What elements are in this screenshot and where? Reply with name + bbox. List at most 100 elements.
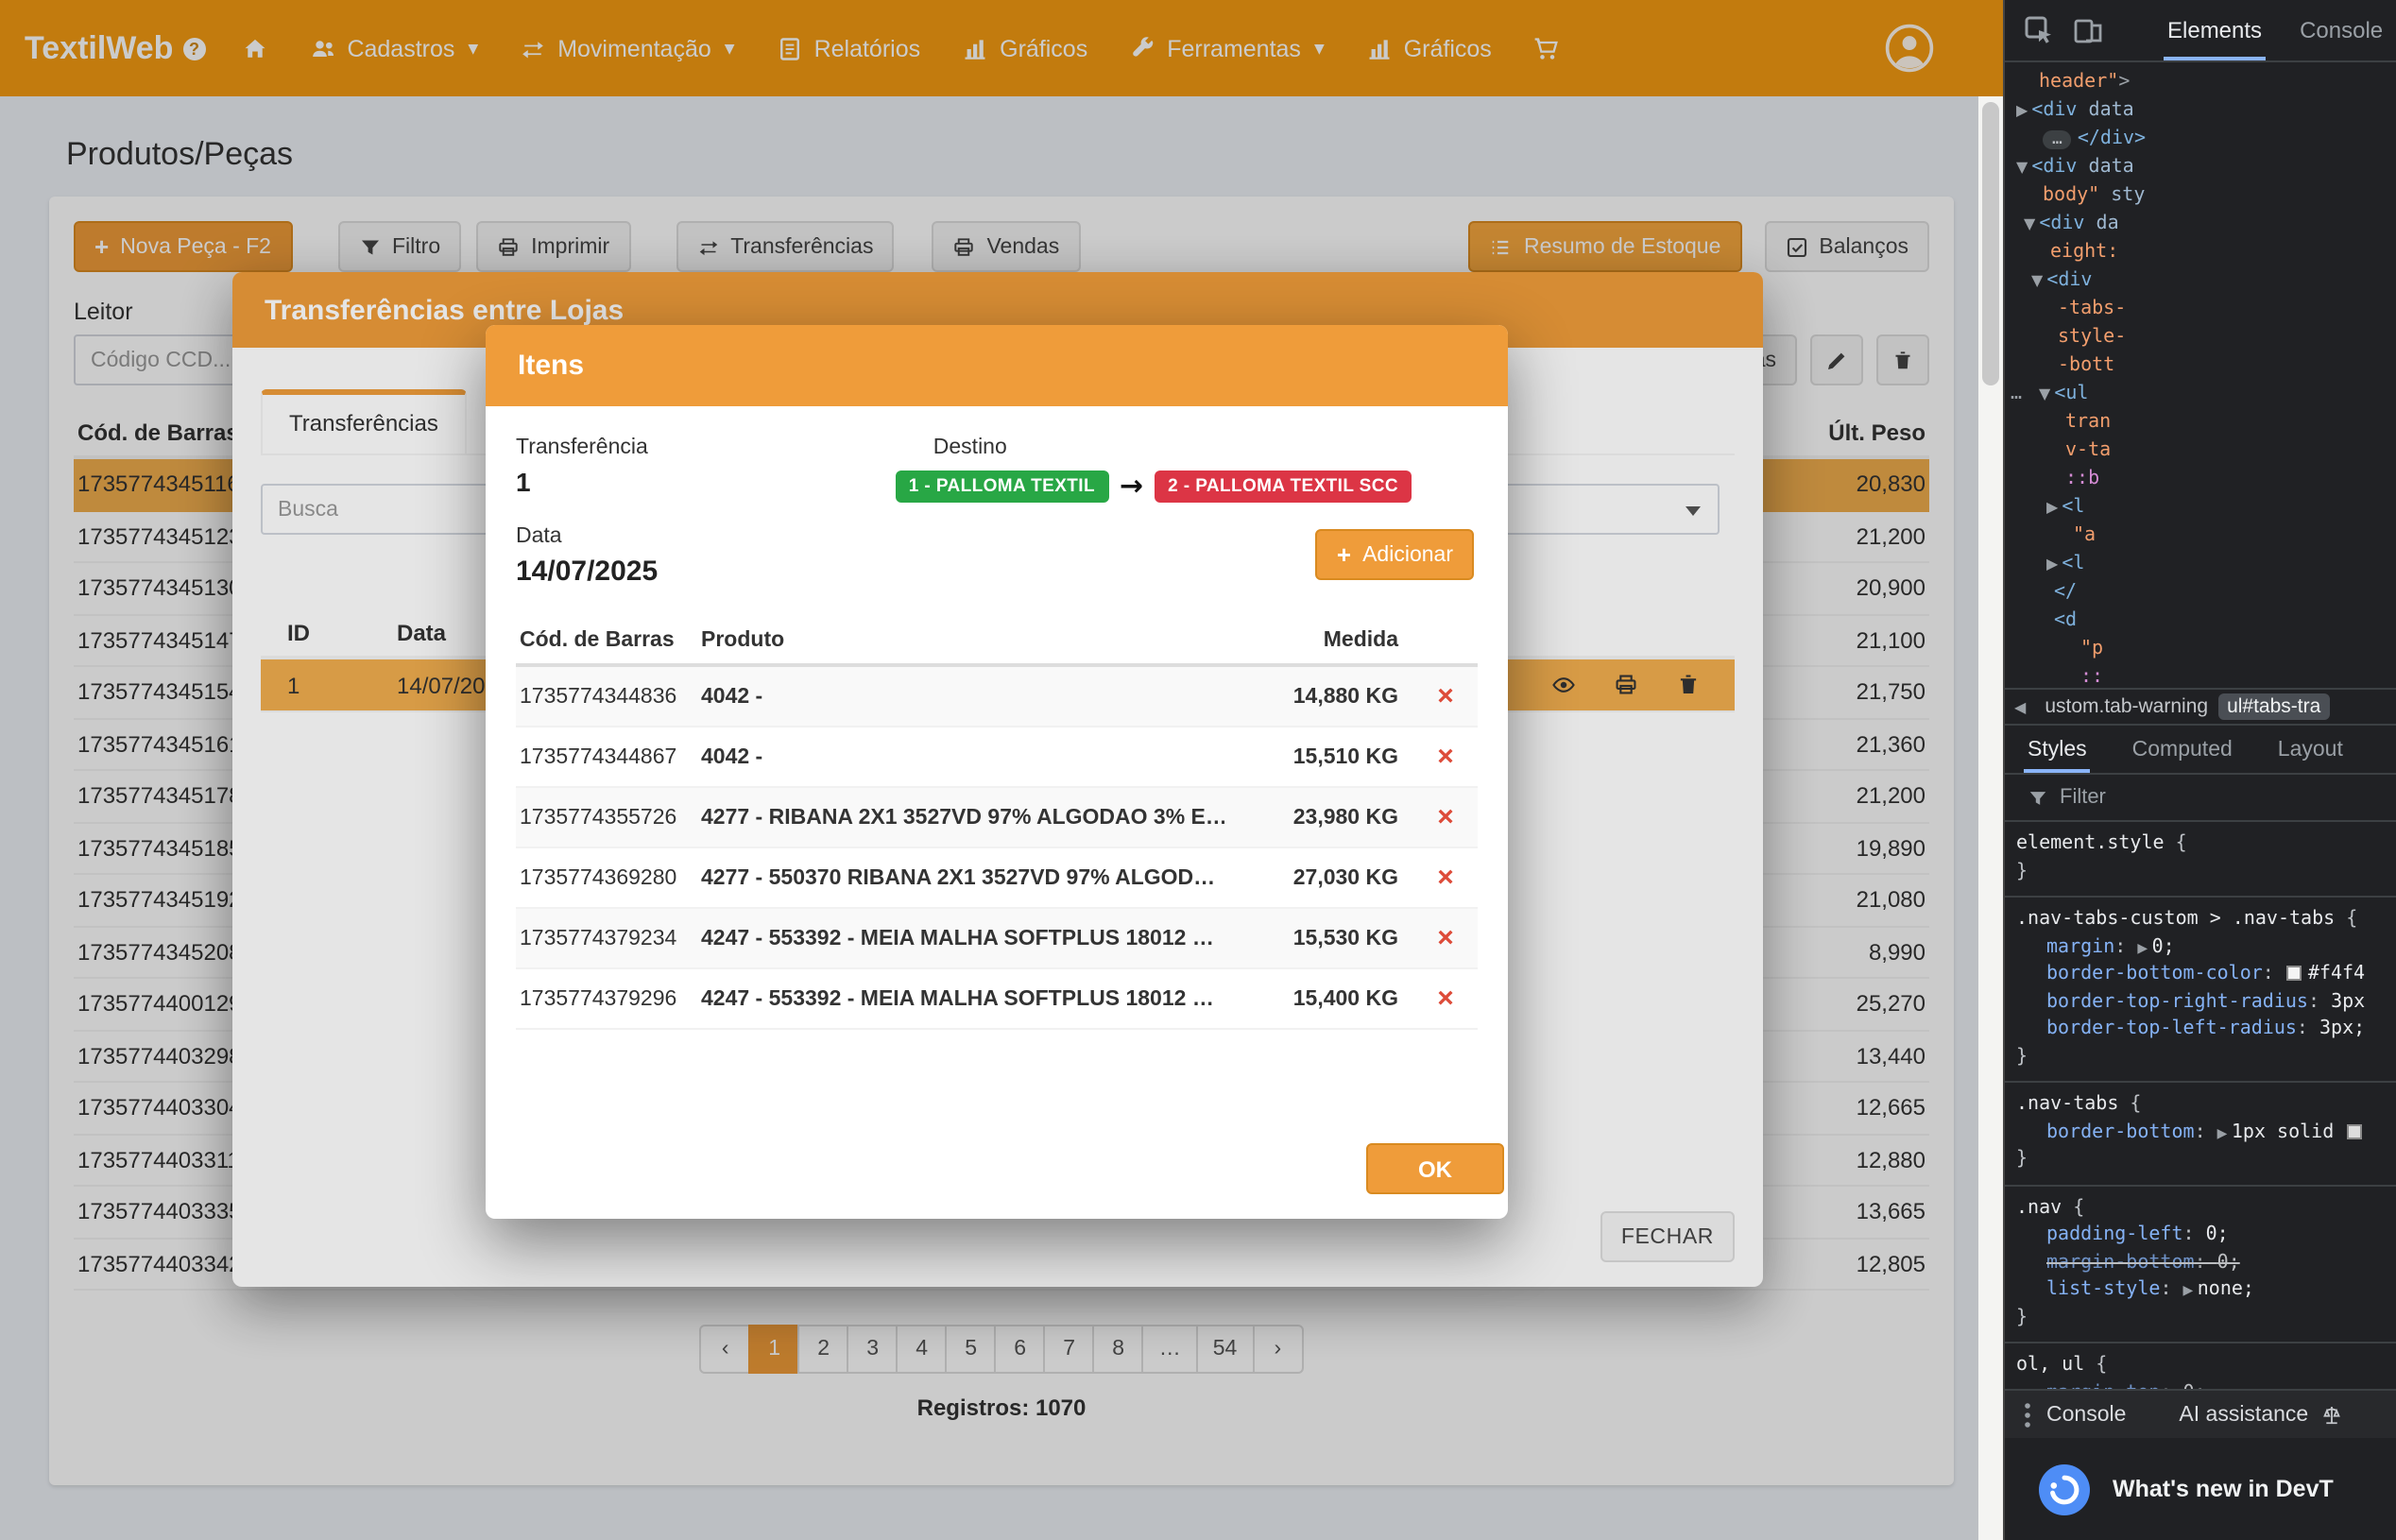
transfer-number-label: Transferência: [516, 436, 648, 459]
dom-tree-line[interactable]: ::b: [2005, 465, 2396, 493]
date-field: Data 14/07/2025 + Adicionar: [516, 525, 1478, 588]
scrollbar-thumb[interactable]: [1982, 102, 1999, 385]
css-property: list-style: [2046, 1279, 2160, 1300]
dom-tree-line[interactable]: ▶<div data: [2005, 96, 2396, 125]
item-barcode: 1735774355726: [516, 806, 697, 829]
arrow-right-icon: →: [1120, 469, 1143, 503]
dom-tree-line[interactable]: eight:: [2005, 238, 2396, 266]
css-rule[interactable]: element.style {}: [2005, 822, 2396, 898]
items-modal: Itens Transferência 1 Destino 1 - PALLOM…: [486, 325, 1508, 1219]
style-tab-layout[interactable]: Layout: [2255, 726, 2366, 773]
whats-new-bar[interactable]: What's new in DevT: [2005, 1438, 2396, 1540]
dom-tree-line[interactable]: style-: [2005, 323, 2396, 351]
dom-tree-line[interactable]: ▼<div data: [2005, 153, 2396, 181]
styles-filter-input[interactable]: [2060, 786, 2286, 809]
item-measure: 15,400 KG: [1224, 987, 1413, 1010]
items-table-body: 17357743448364042 -14,880 KG×17357743448…: [516, 667, 1478, 1030]
remove-item-icon[interactable]: ×: [1413, 862, 1478, 894]
dom-tree-line[interactable]: ▼<div: [2005, 266, 2396, 295]
item-row: 17357743692804277 - 550370 RIBANA 2X1 35…: [516, 848, 1478, 909]
breadcrumb-item[interactable]: ul#tabs-tra: [2217, 693, 2330, 720]
item-product: 4277 - RIBANA 2X1 3527VD 97% ALGODAO 3% …: [697, 806, 1224, 829]
inspect-icon[interactable]: [2024, 15, 2054, 45]
items-table: Cód. de Barras Produto Medida 1735774344…: [516, 618, 1478, 1030]
items-header-measure: Medida: [1224, 629, 1413, 652]
breadcrumb-back-icon[interactable]: ◀: [2005, 698, 2035, 715]
dom-tree-line[interactable]: ::: [2005, 663, 2396, 688]
item-measure: 15,510 KG: [1224, 745, 1413, 768]
item-product: 4277 - 550370 RIBANA 2X1 3527VD 97% ALGO…: [697, 866, 1224, 889]
item-row: 17357743448674042 -15,510 KG×: [516, 727, 1478, 788]
dom-tree-line[interactable]: -tabs-: [2005, 295, 2396, 323]
dom-tree-line[interactable]: ▶<l: [2005, 493, 2396, 522]
color-swatch[interactable]: [2287, 966, 2302, 981]
dom-tree-line[interactable]: "a: [2005, 522, 2396, 550]
device-toolbar-icon[interactable]: [2073, 15, 2103, 45]
dom-tree-line[interactable]: v-ta: [2005, 436, 2396, 465]
kebab-menu-icon[interactable]: [2024, 1401, 2031, 1428]
dom-tree-line[interactable]: …▼<ul: [2005, 380, 2396, 408]
transfer-number-value: 1: [516, 467, 648, 497]
destination-label: Destino: [896, 436, 1412, 459]
css-selector: element.style: [2016, 833, 2165, 854]
drawer-tab-ai-assistance[interactable]: AI assistance: [2179, 1403, 2342, 1426]
dom-tree-line[interactable]: <d: [2005, 607, 2396, 635]
css-rule[interactable]: .nav-tabs {border-bottom: ▶ 1px solid }: [2005, 1083, 2396, 1186]
dom-tree-line[interactable]: -bott: [2005, 351, 2396, 380]
css-value: 3px: [2331, 991, 2365, 1012]
remove-item-icon[interactable]: ×: [1413, 922, 1478, 954]
whats-new-text: What's new in DevT: [2113, 1476, 2334, 1502]
dom-tree-line[interactable]: </: [2005, 578, 2396, 607]
page-scrollbar[interactable]: [1978, 96, 2003, 1540]
css-rule[interactable]: ol, ul {margin-top: 0;margin-bottom: 10p…: [2005, 1343, 2396, 1389]
remove-item-icon[interactable]: ×: [1413, 801, 1478, 833]
style-tabs: StylesComputedLayout: [2005, 724, 2396, 775]
style-tab-styles[interactable]: Styles: [2005, 726, 2110, 773]
transfer-info: Transferência 1 Destino 1 - PALLOMA TEXT…: [516, 436, 1478, 503]
remove-item-icon[interactable]: ×: [1413, 680, 1478, 712]
origin-store-badge: 1 - PALLOMA TEXTIL: [896, 470, 1108, 502]
css-property: margin: [2046, 936, 2114, 957]
dom-tree-line[interactable]: tran: [2005, 408, 2396, 436]
css-rule[interactable]: .nav-tabs-custom > .nav-tabs {margin: ▶ …: [2005, 898, 2396, 1083]
dom-tree-line[interactable]: header">: [2005, 68, 2396, 96]
remove-item-icon[interactable]: ×: [1413, 741, 1478, 773]
breadcrumb-item[interactable]: ustom.tab-warning: [2035, 693, 2217, 720]
css-value: 0;: [2217, 1252, 2240, 1273]
transfer-number-field: Transferência 1: [516, 436, 648, 503]
dom-tree-line[interactable]: "p: [2005, 635, 2396, 663]
ok-button[interactable]: OK: [1366, 1143, 1504, 1194]
item-measure: 14,880 KG: [1224, 685, 1413, 708]
devtools-dom-tree[interactable]: header">▶<div data…</div>▼<div databody"…: [2005, 62, 2396, 688]
devtools-drawer-bar: Console AI assistance: [2005, 1389, 2396, 1438]
items-modal-body: Transferência 1 Destino 1 - PALLOMA TEXT…: [486, 406, 1508, 1219]
item-barcode: 1735774369280: [516, 866, 697, 889]
css-rule[interactable]: .nav {padding-left: 0;margin-bottom: 0;l…: [2005, 1186, 2396, 1343]
devtools-css-rules[interactable]: element.style {}.nav-tabs-custom > .nav-…: [2005, 822, 2396, 1389]
css-property: border-bottom-color: [2046, 964, 2263, 984]
devtools-tabs: ElementsConsole: [2148, 0, 2396, 60]
css-value: #f4f4: [2308, 964, 2365, 984]
item-product: 4247 - 553392 - MEIA MALHA SOFTPLUS 1801…: [697, 987, 1224, 1010]
expand-icon: ▶: [2183, 1283, 2198, 1298]
dom-tree-line[interactable]: …</div>: [2005, 125, 2396, 153]
color-swatch[interactable]: [2347, 1123, 2362, 1138]
remove-item-icon[interactable]: ×: [1413, 983, 1478, 1015]
item-barcode: 1735774344867: [516, 745, 697, 768]
dom-tree-line[interactable]: ▶<l: [2005, 550, 2396, 578]
devtools-tab-console[interactable]: Console: [2281, 0, 2396, 60]
css-selector: .nav-tabs-custom > .nav-tabs: [2016, 909, 2335, 930]
style-tab-computed[interactable]: Computed: [2110, 726, 2255, 773]
css-selector: ol, ul: [2016, 1355, 2084, 1376]
devtools-logo-icon: [2039, 1463, 2090, 1514]
devtools-tab-elements[interactable]: Elements: [2148, 0, 2281, 60]
add-item-button[interactable]: + Adicionar: [1316, 529, 1474, 580]
breadcrumbs-items: ustom.tab-warningul#tabs-tra: [2035, 693, 2330, 720]
css-value: 0;: [2206, 1224, 2229, 1245]
dom-tree-line[interactable]: ▼<div da: [2005, 210, 2396, 238]
dom-tree-line[interactable]: body" sty: [2005, 181, 2396, 210]
item-product: 4042 -: [697, 745, 1224, 768]
drawer-tab-console[interactable]: Console: [2046, 1403, 2126, 1426]
breadcrumb: ◀ ustom.tab-warningul#tabs-tra: [2005, 688, 2396, 724]
css-value: 3px;: [2319, 1018, 2365, 1039]
